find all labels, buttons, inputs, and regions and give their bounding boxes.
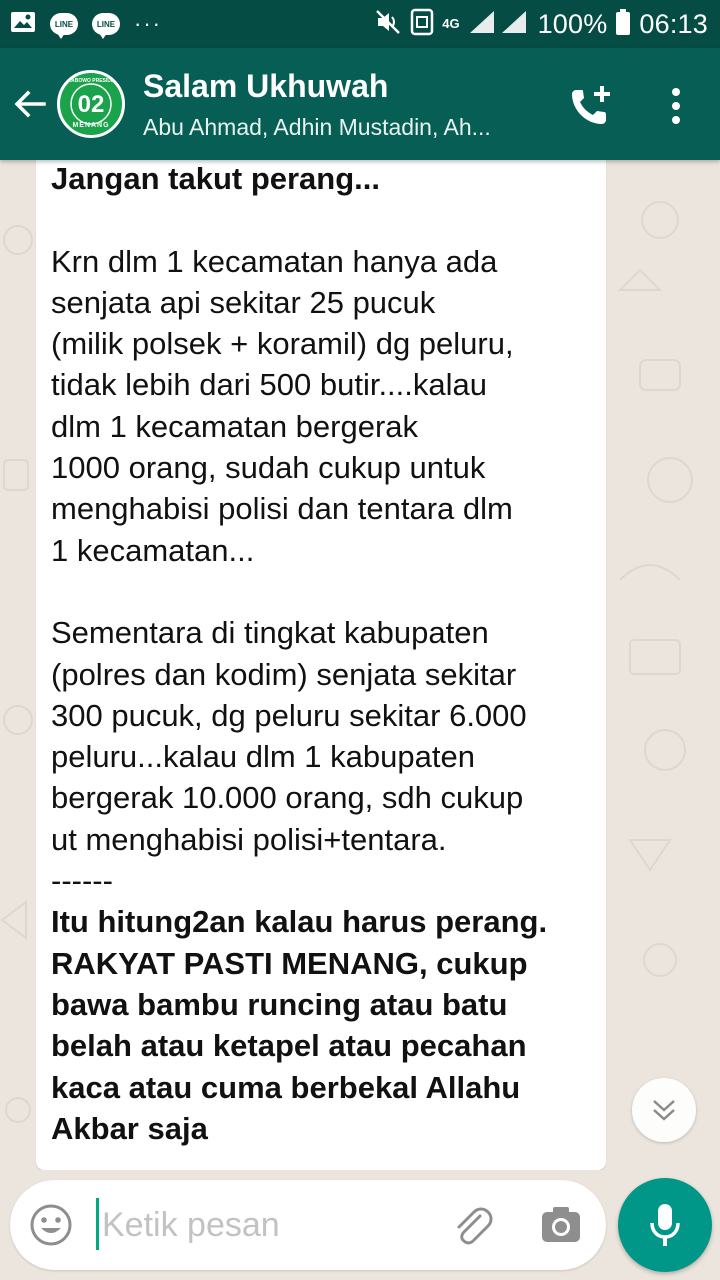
paperclip-icon [457, 1207, 493, 1245]
camera-button[interactable] [538, 1202, 584, 1248]
chat-title[interactable]: Salam Ukhuwah [143, 68, 388, 105]
message-line: peluru...kalau dlm 1 kabupaten [51, 739, 475, 775]
message-line: 1 kecamatan... [51, 532, 255, 568]
chat-messages[interactable]: Jangan takut perang... Krn dlm 1 kecamat… [0, 160, 720, 1170]
message-line: bergerak 10.000 orang, sdh cukup [51, 780, 524, 816]
message-line: menghabisi polisi dan tentara dlm [51, 491, 513, 527]
nfc-icon [410, 8, 434, 41]
arrow-left-icon [14, 90, 46, 118]
chat-header: 02 PRABOWO PRESIDEN MENANG Salam Ukhuwah… [0, 48, 720, 160]
camera-icon [542, 1207, 580, 1242]
message-heading: Jangan takut perang... [51, 161, 381, 196]
clock: 06:13 [639, 8, 708, 39]
more-notifications-icon: ··· [134, 11, 162, 36]
battery-percent: 100% [537, 8, 608, 39]
message-bubble[interactable]: Jangan takut perang... Krn dlm 1 kecamat… [36, 160, 606, 1170]
voice-message-button[interactable] [618, 1178, 712, 1272]
back-button[interactable] [10, 84, 54, 124]
phone-plus-icon [572, 86, 610, 124]
avatar-number: 02 [77, 91, 105, 118]
avatar-caption-bottom: MENANG [72, 122, 110, 129]
message-paragraph-1: Krn dlm 1 kecamatan hanya ada senjata ap… [51, 241, 592, 571]
emoji-icon [30, 1204, 72, 1246]
image-icon [10, 11, 36, 38]
message-line: (polres dan kodim) senjata sekitar [51, 656, 517, 692]
text-cursor [96, 1198, 99, 1250]
notification-icons: LINE LINE ··· [10, 10, 162, 39]
signal-icon [468, 9, 530, 40]
chat-participants[interactable]: Abu Ahmad, Adhin Mustadin, Ah... [143, 114, 543, 141]
attach-button[interactable] [450, 1202, 496, 1248]
message-line: 300 pucuk, dg peluru sekitar 6.000 [51, 697, 527, 733]
scroll-to-bottom-button[interactable] [632, 1078, 696, 1142]
message-line: kaca atau cuma berbekal Allahu [51, 1069, 521, 1105]
emoji-button[interactable] [28, 1202, 74, 1248]
microphone-icon [650, 1204, 680, 1246]
more-vert-icon [672, 88, 680, 124]
double-chevron-down-icon [653, 1100, 675, 1121]
message-bold-paragraph: Itu hitung2an kalau harus perang. RAKYAT… [51, 901, 592, 1149]
avatar-caption-top: PRABOWO PRESIDEN [64, 78, 118, 84]
add-call-button[interactable] [568, 84, 616, 128]
status-bar: LINE LINE ··· 4G 100% 06:13 [0, 0, 720, 48]
message-text: Jangan takut perang... Krn dlm 1 kecamat… [51, 160, 592, 1170]
message-separator: ------ [51, 863, 113, 899]
line-icon: LINE [50, 13, 78, 39]
message-line: Akbar saja [51, 1110, 208, 1146]
message-input[interactable] [102, 1200, 422, 1250]
message-line: Itu hitung2an kalau harus perang. [51, 904, 548, 940]
message-line: Krn dlm 1 kecamatan hanya ada [51, 243, 498, 279]
network-type: 4G [442, 16, 460, 31]
system-icons: 4G 100% 06:13 [374, 8, 708, 40]
message-line: belah atau ketapel atau pecahan [51, 1028, 527, 1064]
message-line: Sementara di tingkat kabupaten [51, 615, 489, 651]
message-paragraph-2: Sementara di tingkat kabupaten (polres d… [51, 612, 592, 860]
group-avatar[interactable]: 02 PRABOWO PRESIDEN MENANG [57, 70, 125, 138]
message-line: bawa bambu runcing atau batu [51, 986, 508, 1022]
more-options-button[interactable] [660, 84, 692, 128]
message-separator: ----- [51, 1152, 103, 1170]
message-line: dlm 1 kecamatan bergerak [51, 408, 419, 444]
message-line: ut menghabisi polisi+tentara. [51, 821, 447, 857]
message-line: 1000 orang, sudah cukup untuk [51, 450, 486, 486]
message-line: tidak lebih dari 500 butir....kalau [51, 367, 487, 403]
message-line: RAKYAT PASTI MENANG, cukup [51, 945, 528, 981]
message-line: senjata api sekitar 25 pucuk [51, 284, 436, 320]
battery-icon [615, 8, 631, 41]
mute-icon [374, 8, 402, 41]
line-icon: LINE [92, 13, 120, 39]
compose-bar [10, 1180, 606, 1270]
message-line: (milik polsek + koramil) dg peluru, [51, 326, 514, 362]
